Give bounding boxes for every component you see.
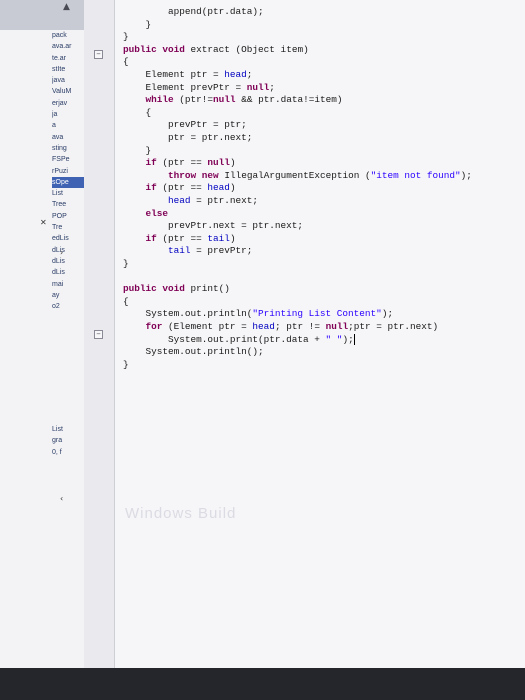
- code-line[interactable]: }: [123, 145, 152, 157]
- up-arrow-icon[interactable]: ▲: [63, 2, 70, 12]
- code-line[interactable]: append(ptr.data);: [123, 6, 264, 18]
- code-line[interactable]: for (Element ptr = head; ptr != null;ptr…: [123, 321, 439, 333]
- sidebar-item[interactable]: dLis: [52, 267, 84, 278]
- sidebar-item[interactable]: pack: [52, 30, 84, 41]
- sidebar-item[interactable]: dLis: [52, 256, 84, 267]
- monitor-bezel: [0, 668, 525, 700]
- code-line[interactable]: if (ptr == head): [123, 182, 236, 194]
- code-line[interactable]: System.out.print(ptr.data + " ");: [123, 334, 355, 346]
- code-line[interactable]: head = ptr.next;: [123, 195, 258, 207]
- watermark-text: Windows Build: [125, 505, 237, 522]
- close-icon[interactable]: ✕: [40, 218, 47, 227]
- package-explorer-header: [0, 0, 84, 30]
- sidebar-item[interactable]: a: [52, 120, 84, 131]
- code-line[interactable]: ptr = ptr.next;: [123, 132, 252, 144]
- code-line[interactable]: public void print(): [123, 283, 230, 295]
- sidebar-item[interactable]: o2: [52, 301, 84, 312]
- code-line[interactable]: prevPtr = ptr;: [123, 119, 247, 131]
- outline-item[interactable]: List: [52, 424, 84, 435]
- sidebar-item[interactable]: Tre: [52, 222, 84, 233]
- code-line[interactable]: prevPtr.next = ptr.next;: [123, 220, 303, 232]
- code-line[interactable]: tail = prevPtr;: [123, 245, 252, 257]
- code-line[interactable]: if (ptr == tail): [123, 233, 236, 245]
- sidebar-item[interactable]: POP: [52, 211, 84, 222]
- code-line[interactable]: if (ptr == null): [123, 157, 236, 169]
- sidebar-item[interactable]: edLis: [52, 233, 84, 244]
- sidebar-item[interactable]: rPuzi: [52, 166, 84, 177]
- sidebar-item[interactable]: ja: [52, 109, 84, 120]
- code-line[interactable]: }: [123, 258, 129, 270]
- code-line[interactable]: Element ptr = head;: [123, 69, 253, 81]
- code-line[interactable]: Element prevPtr = null;: [123, 82, 275, 94]
- code-line[interactable]: {: [123, 56, 129, 68]
- code-line[interactable]: {: [123, 107, 152, 119]
- code-line[interactable]: }: [123, 31, 129, 43]
- sidebar-item[interactable]: ava.ar: [52, 41, 84, 52]
- photo-frame: ▲ pack ava.ar te.ar stIte java ValuM erjav ja a a…: [0, 0, 525, 700]
- package-explorer: ▲ pack ava.ar te.ar stIte java ValuM erjav ja a a…: [0, 0, 85, 668]
- code-line[interactable]: }: [123, 19, 152, 31]
- sidebar-item[interactable]: te.ar: [52, 53, 84, 64]
- fold-toggle[interactable]: −: [94, 330, 103, 339]
- sidebar-item[interactable]: FSPe: [52, 154, 84, 165]
- sidebar-item[interactable]: sOpe: [52, 176, 84, 189]
- sidebar-item[interactable]: stIte: [52, 64, 84, 75]
- package-explorer-list: pack ava.ar te.ar stIte java ValuM erjav ja a ava…: [52, 30, 84, 668]
- code-line[interactable]: System.out.println();: [123, 346, 264, 358]
- sidebar-item[interactable]: mai: [52, 279, 84, 290]
- code-line[interactable]: {: [123, 296, 129, 308]
- text-cursor: [353, 333, 355, 345]
- sidebar-item[interactable]: ava: [52, 132, 84, 143]
- code-line[interactable]: System.out.println("Printing List Conten…: [123, 308, 394, 320]
- chevron-icon[interactable]: ‹: [60, 494, 63, 503]
- sidebar-item[interactable]: sting: [52, 143, 84, 154]
- outline-list: List gra 0, f: [52, 424, 84, 458]
- sidebar-item[interactable]: ValuM: [52, 86, 84, 97]
- code-line[interactable]: }: [123, 359, 129, 371]
- sidebar-item[interactable]: java: [52, 75, 84, 86]
- sidebar-item[interactable]: ay: [52, 290, 84, 301]
- sidebar-item[interactable]: erjav: [52, 98, 84, 109]
- code-line[interactable]: public void extract (Object item): [123, 44, 309, 56]
- chevron-icon[interactable]: ›: [60, 248, 63, 257]
- editor-gutter: − −: [84, 0, 115, 668]
- outline-item[interactable]: gra: [52, 435, 84, 446]
- code-line[interactable]: else: [123, 208, 169, 220]
- code-editor[interactable]: append(ptr.data); }} public void extract …: [115, 0, 525, 668]
- fold-toggle[interactable]: −: [94, 50, 103, 59]
- code-line[interactable]: throw new IllegalArgumentException ("ite…: [123, 170, 472, 182]
- outline-item[interactable]: 0, f: [52, 447, 84, 458]
- sidebar-item[interactable]: dLis: [52, 245, 84, 256]
- sidebar-item[interactable]: List: [52, 188, 84, 199]
- sidebar-item[interactable]: Tree: [52, 199, 84, 210]
- code-line[interactable]: while (ptr!=null && ptr.data!=item): [123, 94, 343, 106]
